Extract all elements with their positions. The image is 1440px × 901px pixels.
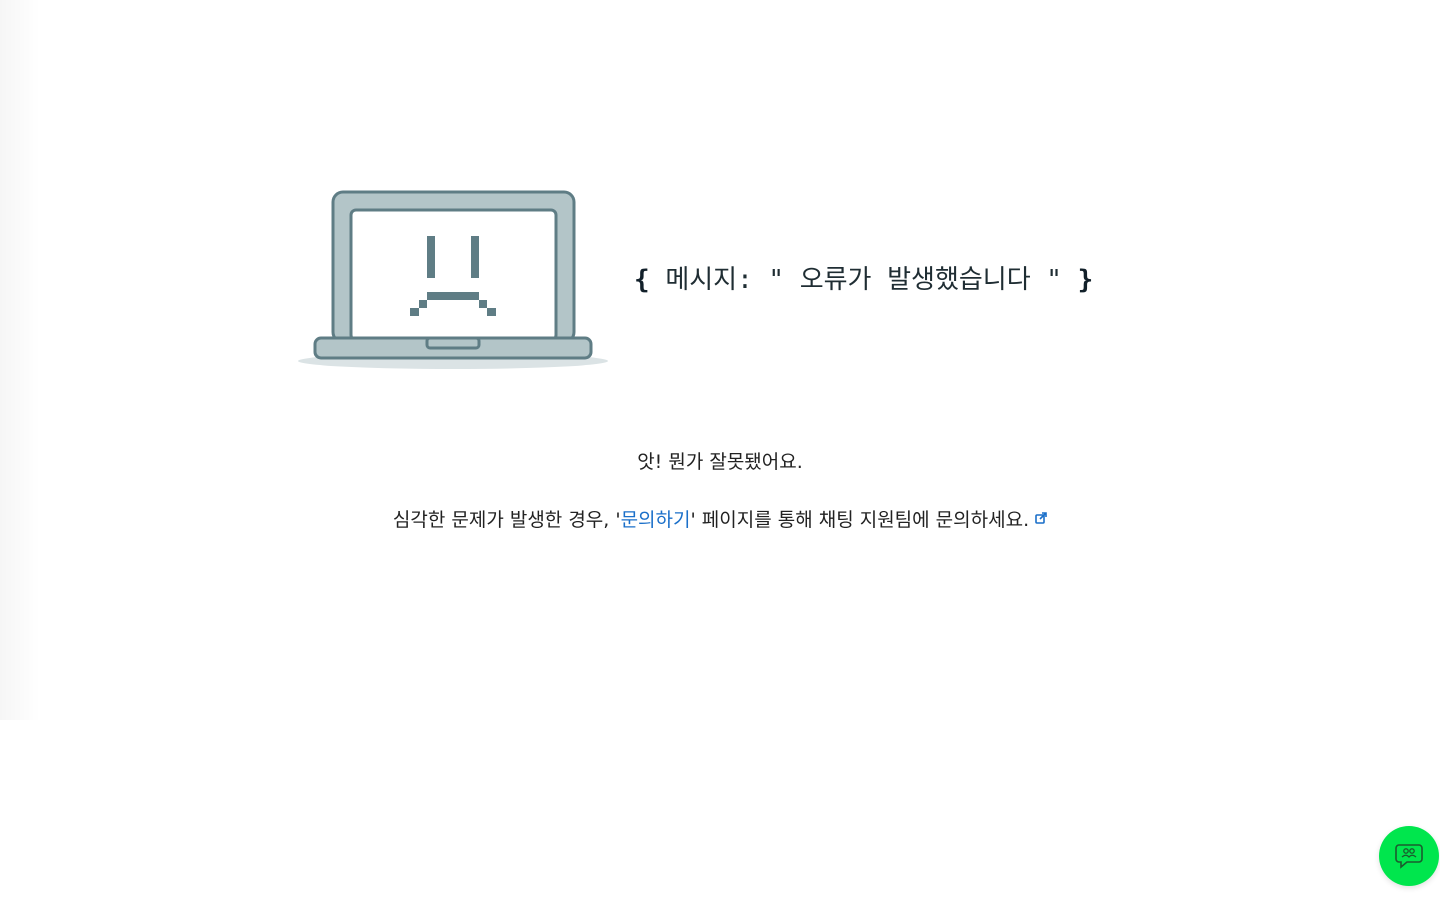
open-brace: { [634, 265, 650, 295]
quote-close: " [1046, 265, 1062, 295]
chat-button[interactable] [1379, 826, 1439, 886]
sad-laptop-icon [298, 190, 608, 369]
message-text: 오류가 발생했습니다 [799, 265, 1031, 295]
help-prefix: 심각한 문제가 발생한 경우, ' [392, 509, 621, 531]
help-suffix: ' 페이지를 통해 채팅 지원팀에 문의하세요. [690, 509, 1030, 531]
error-message: { 메시지: " 오류가 발생했습니다 " } [634, 262, 1093, 298]
oops-text: 앗! 뭔가 잘못됐어요. [637, 451, 803, 473]
left-shadow [0, 0, 40, 720]
quote-open: " [768, 265, 785, 295]
chat-icon [1395, 844, 1423, 869]
external-link-icon[interactable] [1035, 512, 1047, 524]
message-label: 메시지: [665, 265, 753, 295]
error-page: { 메시지: " 오류가 발생했습니다 " } 앗! 뭔가 잘못됐어요. 심각한… [0, 0, 1440, 901]
close-brace: } [1077, 265, 1094, 295]
contact-link[interactable]: 문의하기 [621, 509, 691, 531]
help-text: 심각한 문제가 발생한 경우, '문의하기' 페이지를 통해 채팅 지원팀에 문… [0, 506, 1440, 534]
